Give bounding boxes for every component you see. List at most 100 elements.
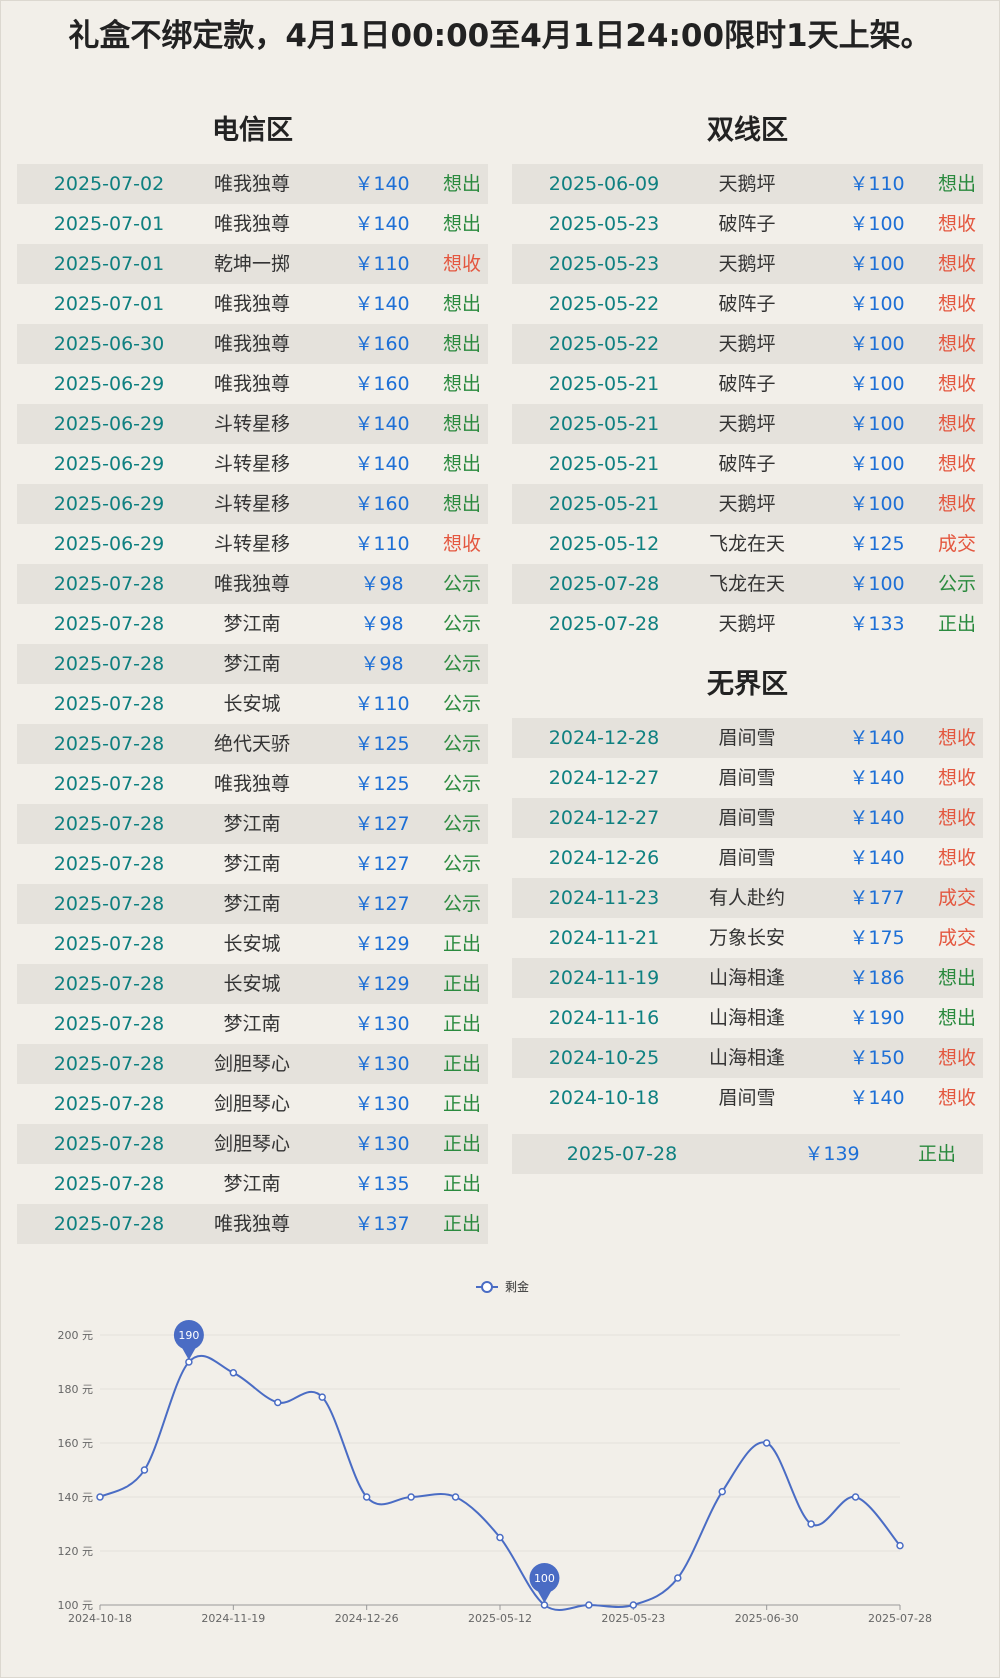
table-row: 2025-07-02 唯我独尊 ￥140 想出	[17, 164, 488, 204]
row-status: 成交	[937, 927, 976, 949]
table-row: 2025-07-01 唯我独尊 ￥140 想出	[17, 204, 488, 244]
row-price: ￥140	[849, 727, 905, 749]
row-price: ￥133	[849, 613, 905, 635]
row-status: 成交	[937, 887, 976, 909]
table-row: 2025-05-21 破阵子 ￥100 想收	[512, 444, 983, 484]
row-name: 唯我独尊	[213, 213, 290, 235]
row-status: 想收	[937, 727, 976, 749]
table-row: 2024-11-23 有人赴约 ￥177 成交	[512, 878, 983, 918]
price-line-chart: 剩金 100 元 120 元 140 元 160 元 180 元 200 元 2024-10-…	[58, 1279, 932, 1625]
data-point	[674, 1574, 682, 1582]
row-name: 天鹅坪	[718, 253, 776, 275]
row-name: 剑胆琴心	[213, 1093, 290, 1115]
row-name: 斗转星移	[213, 493, 290, 515]
row-name: 唯我独尊	[213, 1213, 290, 1235]
x-tick-label: 2025-06-30	[735, 1612, 799, 1625]
row-date: 2025-05-22	[548, 293, 660, 315]
row-name: 有人赴约	[708, 887, 785, 909]
x-tick-label: 2025-05-12	[468, 1612, 532, 1625]
row-status: 想出	[937, 173, 976, 195]
row-price: ￥175	[849, 927, 905, 949]
row-status: 想收	[937, 333, 976, 355]
row-price: ￥125	[354, 773, 410, 795]
data-point	[896, 1541, 904, 1550]
row-status: 想收	[937, 413, 976, 435]
row-date: 2025-06-29	[53, 373, 165, 395]
row-name: 剑胆琴心	[213, 1053, 290, 1075]
row-status: 正出	[937, 613, 976, 635]
row-price: ￥140	[354, 213, 410, 235]
row-status: 想收	[937, 1087, 976, 1109]
data-point	[762, 1439, 771, 1447]
table-row: 2025-07-28 唯我独尊 ￥137 正出	[17, 1204, 488, 1244]
marker-label: 100	[534, 1572, 555, 1585]
row-price: ￥160	[354, 493, 410, 515]
row-date: 2025-07-28	[53, 733, 165, 755]
row-price: ￥160	[354, 333, 410, 355]
row-price: ￥127	[354, 853, 410, 875]
row-date: 2025-07-28	[53, 1133, 165, 1155]
legend-label: 剩金	[505, 1279, 529, 1294]
row-name: 眉间雪	[718, 1087, 776, 1109]
row-price: ￥129	[354, 933, 410, 955]
row-date: 2025-07-28	[53, 573, 165, 595]
row-name: 斗转星移	[213, 413, 290, 435]
row-status: 正出	[442, 1213, 481, 1235]
row-status: 正出	[442, 1133, 481, 1155]
row-price: ￥139	[804, 1143, 860, 1165]
row-status: 想出	[442, 173, 481, 195]
row-status: 正出	[442, 1173, 481, 1195]
row-status: 想出	[442, 453, 481, 475]
table-wujie-summary: 2025-07-28 ￥139 正出	[512, 1134, 983, 1174]
table-row: 2025-06-29 唯我独尊 ￥160 想出	[17, 364, 488, 404]
row-date: 2025-07-28	[53, 973, 165, 995]
row-price: ￥135	[354, 1173, 410, 1195]
row-name: 梦江南	[223, 853, 281, 875]
row-status: 正出	[442, 933, 481, 955]
row-status: 想出	[937, 967, 976, 989]
row-price: ￥100	[849, 493, 905, 515]
row-date: 2025-05-21	[548, 453, 660, 475]
table-row: 2025-05-21 天鹅坪 ￥100 想收	[512, 484, 983, 524]
row-date: 2025-06-30	[53, 333, 165, 355]
table-row: 2025-07-01 唯我独尊 ￥140 想出	[17, 284, 488, 324]
x-tick-label: 2024-11-19	[201, 1612, 265, 1625]
row-date: 2024-11-23	[548, 887, 660, 909]
table-row: 2025-05-21 破阵子 ￥100 想收	[512, 364, 983, 404]
data-point	[851, 1493, 860, 1501]
row-name: 梦江南	[223, 1013, 281, 1035]
row-date: 2025-07-28	[53, 813, 165, 835]
row-name: 长安城	[223, 933, 281, 955]
data-point	[229, 1369, 238, 1377]
row-price: ￥140	[849, 847, 905, 869]
table-row: 2025-07-28 ￥139 正出	[512, 1134, 983, 1174]
row-name: 乾坤一掷	[213, 253, 290, 275]
row-date: 2025-05-21	[548, 413, 660, 435]
row-price: ￥125	[354, 733, 410, 755]
row-name: 飞龙在天	[708, 533, 785, 555]
row-date: 2024-12-26	[548, 847, 660, 869]
row-price: ￥140	[354, 413, 410, 435]
row-status: 想收	[937, 767, 976, 789]
row-date: 2025-07-28	[53, 1093, 165, 1115]
row-name: 长安城	[223, 693, 281, 715]
table-row: 2025-07-28 梦江南 ￥127 公示	[17, 844, 488, 884]
row-date: 2025-07-28	[53, 933, 165, 955]
page-headline: 礼盒不绑定款，4月1日00:00至4月1日24:00限时1天上架。	[68, 18, 932, 54]
table-row: 2025-07-28 唯我独尊 ￥125 公示	[17, 764, 488, 804]
row-date: 2025-07-02	[53, 173, 165, 195]
table-row: 2025-07-28 剑胆琴心 ￥130 正出	[17, 1084, 488, 1124]
row-date: 2025-07-28	[53, 653, 165, 675]
row-name: 万象长安	[708, 927, 785, 949]
x-tick-label: 2024-12-26	[335, 1612, 399, 1625]
row-name: 眉间雪	[718, 807, 776, 829]
row-price: ￥130	[354, 1053, 410, 1075]
table-row: 2025-07-28 唯我独尊 ￥98 公示	[17, 564, 488, 604]
row-date: 2025-07-28	[53, 1213, 165, 1235]
row-status: 想收	[937, 253, 976, 275]
row-name: 破阵子	[718, 453, 776, 475]
section-title-shuangxian: 双线区	[707, 115, 788, 146]
row-price: ￥125	[849, 533, 905, 555]
row-name: 绝代天骄	[213, 733, 290, 755]
x-tick-label: 2025-07-28	[868, 1612, 932, 1625]
